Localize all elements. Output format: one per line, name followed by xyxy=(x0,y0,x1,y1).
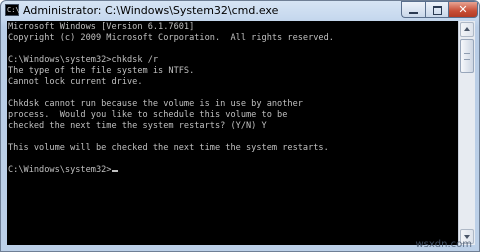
console-line-4: C:\Windows\system32>chkdsk /r xyxy=(8,55,159,65)
close-button[interactable]: ✕ xyxy=(448,1,478,18)
close-icon: ✕ xyxy=(458,3,468,16)
vertical-scrollbar[interactable] xyxy=(458,21,475,245)
console-prompt-line: C:\Windows\system32> xyxy=(8,165,119,176)
maximize-button[interactable] xyxy=(425,1,448,18)
cmd-window: C:\ Administrator: C:\Windows\System32\c… xyxy=(0,0,480,252)
console-prompt: C:\Windows\system32> xyxy=(8,165,112,175)
console-line-2: Copyright (c) 2009 Microsoft Corporation… xyxy=(8,33,334,43)
console-line-9: process. Would you like to schedule this… xyxy=(8,110,288,120)
console-line-8: Chkdsk cannot run because the volume is … xyxy=(8,99,303,109)
console-line-6: Cannot lock current drive. xyxy=(8,77,143,87)
console-line-5: The type of the file system is NTFS. xyxy=(8,66,195,76)
scroll-thumb[interactable] xyxy=(460,39,474,73)
title-bar[interactable]: C:\ Administrator: C:\Windows\System32\c… xyxy=(1,1,479,21)
console-line-10: checked the next time the system restart… xyxy=(8,121,267,131)
console-line-12: This volume will be checked the next tim… xyxy=(8,143,329,153)
minimize-button[interactable] xyxy=(401,1,425,18)
watermark: wsxdn.com xyxy=(415,239,472,250)
window-title: Administrator: C:\Windows\System32\cmd.e… xyxy=(23,4,279,17)
cmd-app-icon[interactable]: C:\ xyxy=(5,4,20,16)
console-line-1: Microsoft Windows [Version 6.1.7601] xyxy=(8,22,195,32)
scroll-up-button[interactable] xyxy=(460,22,474,37)
console-output[interactable]: Microsoft Windows [Version 6.1.7601] Cop… xyxy=(7,21,458,245)
text-cursor xyxy=(112,170,119,172)
